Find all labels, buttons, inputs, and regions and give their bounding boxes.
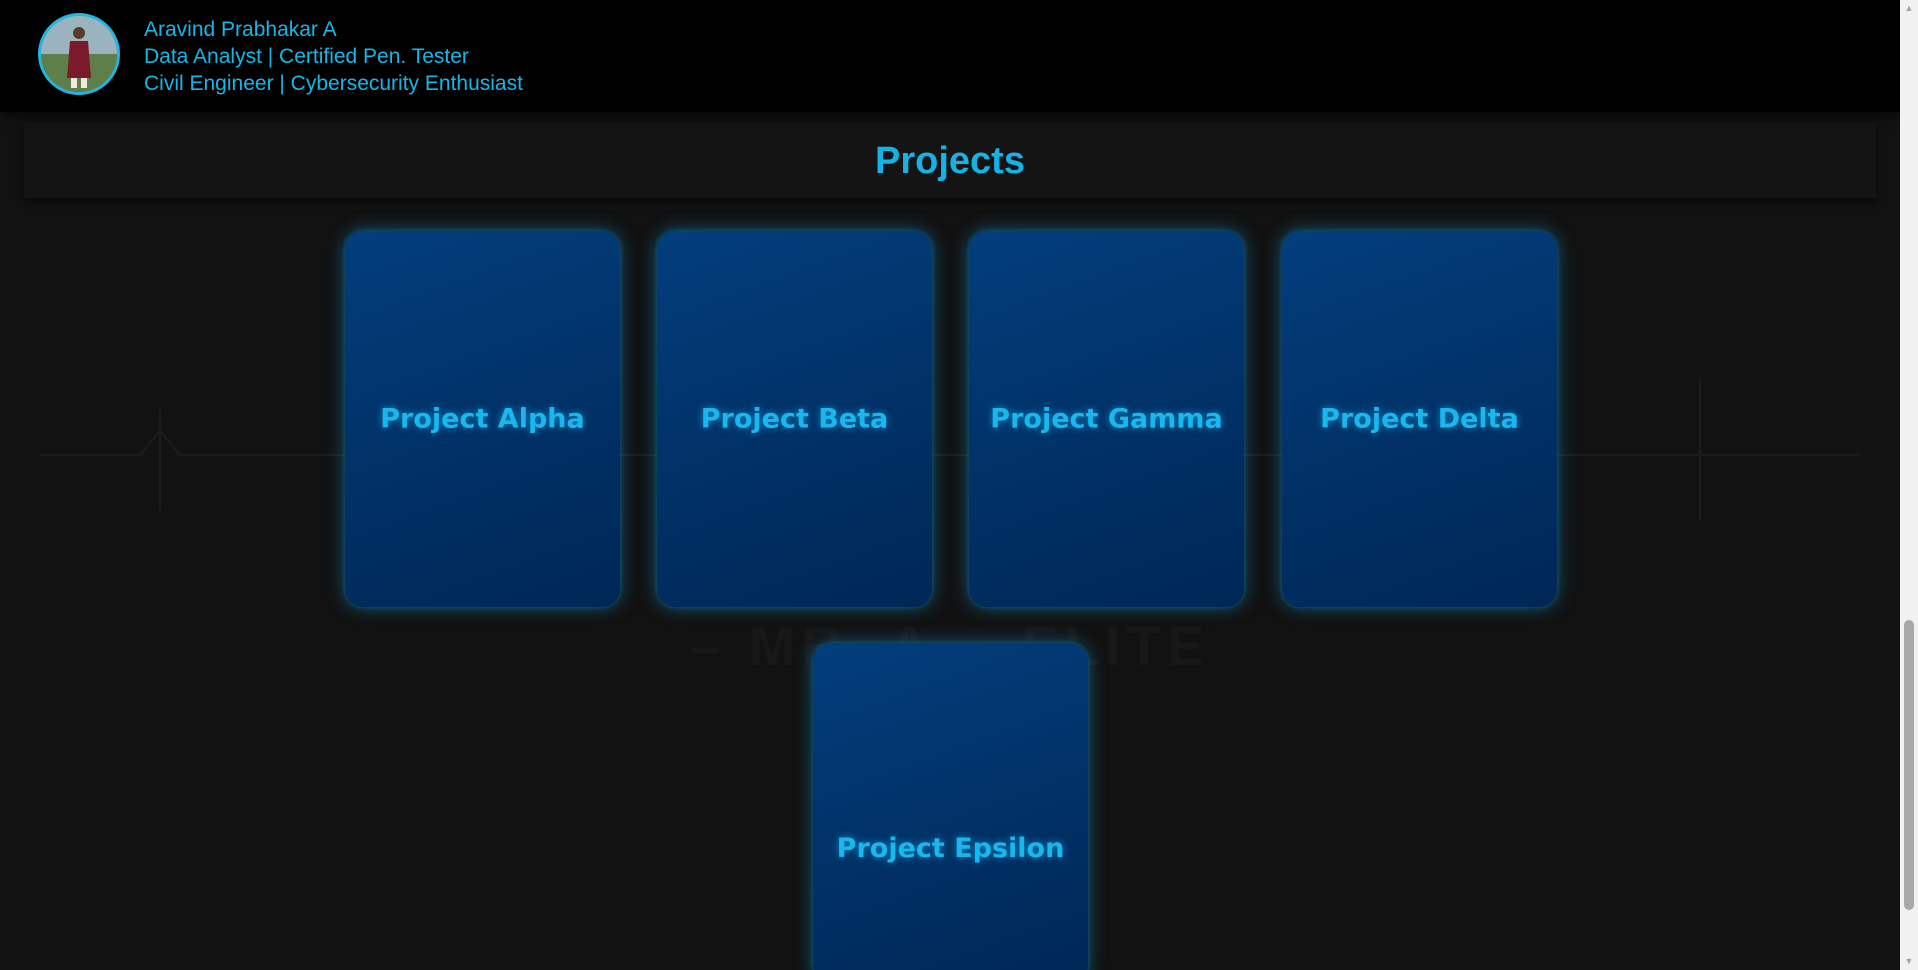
project-title: Project Gamma: [990, 403, 1223, 435]
project-title: Project Epsilon: [836, 833, 1065, 864]
vertical-scrollbar[interactable]: ▲ ▼: [1900, 0, 1918, 970]
project-card-beta[interactable]: Project Beta: [657, 231, 932, 607]
header-info: Aravind Prabhakar A Data Analyst | Certi…: [144, 16, 523, 97]
project-title: Project Alpha: [380, 403, 585, 435]
project-card-alpha[interactable]: Project Alpha: [345, 231, 620, 607]
profile-interests: Civil Engineer | Cybersecurity Enthusias…: [144, 72, 523, 95]
profile-role: Data Analyst | Certified Pen. Tester: [144, 45, 469, 68]
site-header: Aravind Prabhakar A Data Analyst | Certi…: [0, 0, 1900, 112]
page: – MR. A... ELITE Aravind Prabhakar A Dat…: [0, 0, 1918, 970]
project-card-epsilon[interactable]: Project Epsilon: [813, 643, 1088, 970]
profile-avatar: [38, 13, 120, 95]
projects-section-header: Projects: [24, 122, 1876, 198]
project-card-delta[interactable]: Project Delta: [1282, 231, 1557, 607]
project-card-gamma[interactable]: Project Gamma: [969, 231, 1244, 607]
person-icon: [41, 16, 117, 92]
section-title: Projects: [875, 140, 1025, 182]
project-title: Project Delta: [1320, 403, 1519, 435]
scrollbar-thumb[interactable]: [1904, 620, 1914, 910]
profile-name: Aravind Prabhakar A: [144, 18, 337, 41]
scroll-down-arrow-icon[interactable]: ▼: [1900, 953, 1918, 970]
background-watermark: – MR. A... ELITE: [40, 380, 1860, 677]
project-title: Project Beta: [700, 403, 889, 435]
scroll-up-arrow-icon[interactable]: ▲: [1900, 0, 1918, 17]
